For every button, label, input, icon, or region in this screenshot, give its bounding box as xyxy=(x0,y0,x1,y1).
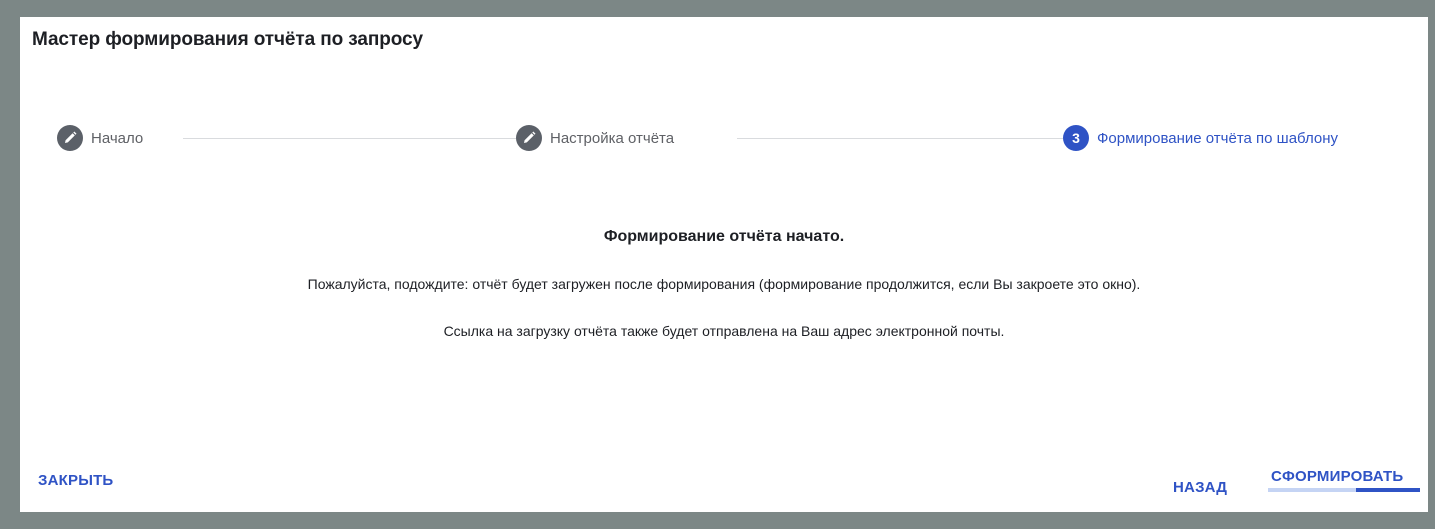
step-start[interactable]: Начало xyxy=(57,124,144,152)
back-button[interactable]: НАЗАД xyxy=(1173,479,1227,496)
wizard-stepper: Начало Настройка отчёта 3 Формирование о… xyxy=(57,124,1387,152)
wait-notice: Пожалуйста, подождите: отчёт будет загру… xyxy=(307,276,1141,292)
step-connector xyxy=(183,138,523,139)
generate-progress-fill xyxy=(1356,488,1420,492)
step-number: 3 xyxy=(1072,130,1080,146)
email-notice: Ссылка на загрузку отчёта также будет от… xyxy=(443,323,1005,339)
dialog-title: Мастер формирования отчёта по запросу xyxy=(32,29,423,50)
step-label: Начало xyxy=(91,129,144,147)
status-heading: Формирование отчёта начато. xyxy=(603,228,845,245)
step-report-settings[interactable]: Настройка отчёта xyxy=(516,124,675,152)
report-wizard-dialog: Мастер формирования отчёта по запросу На… xyxy=(20,17,1428,512)
pencil-icon xyxy=(57,125,83,151)
step-label: Настройка отчёта xyxy=(550,129,675,147)
step-number-badge: 3 xyxy=(1063,125,1089,151)
pencil-icon xyxy=(516,125,542,151)
close-button[interactable]: ЗАКРЫТЬ xyxy=(38,472,113,489)
generate-button[interactable]: СФОРМИРОВАТЬ xyxy=(1271,468,1403,485)
step-connector xyxy=(737,138,1077,139)
step-label: Формирование отчёта по шаблону xyxy=(1097,129,1339,147)
step-template-generation: 3 Формирование отчёта по шаблону xyxy=(1063,124,1339,152)
generate-progress-bar xyxy=(1268,488,1420,492)
